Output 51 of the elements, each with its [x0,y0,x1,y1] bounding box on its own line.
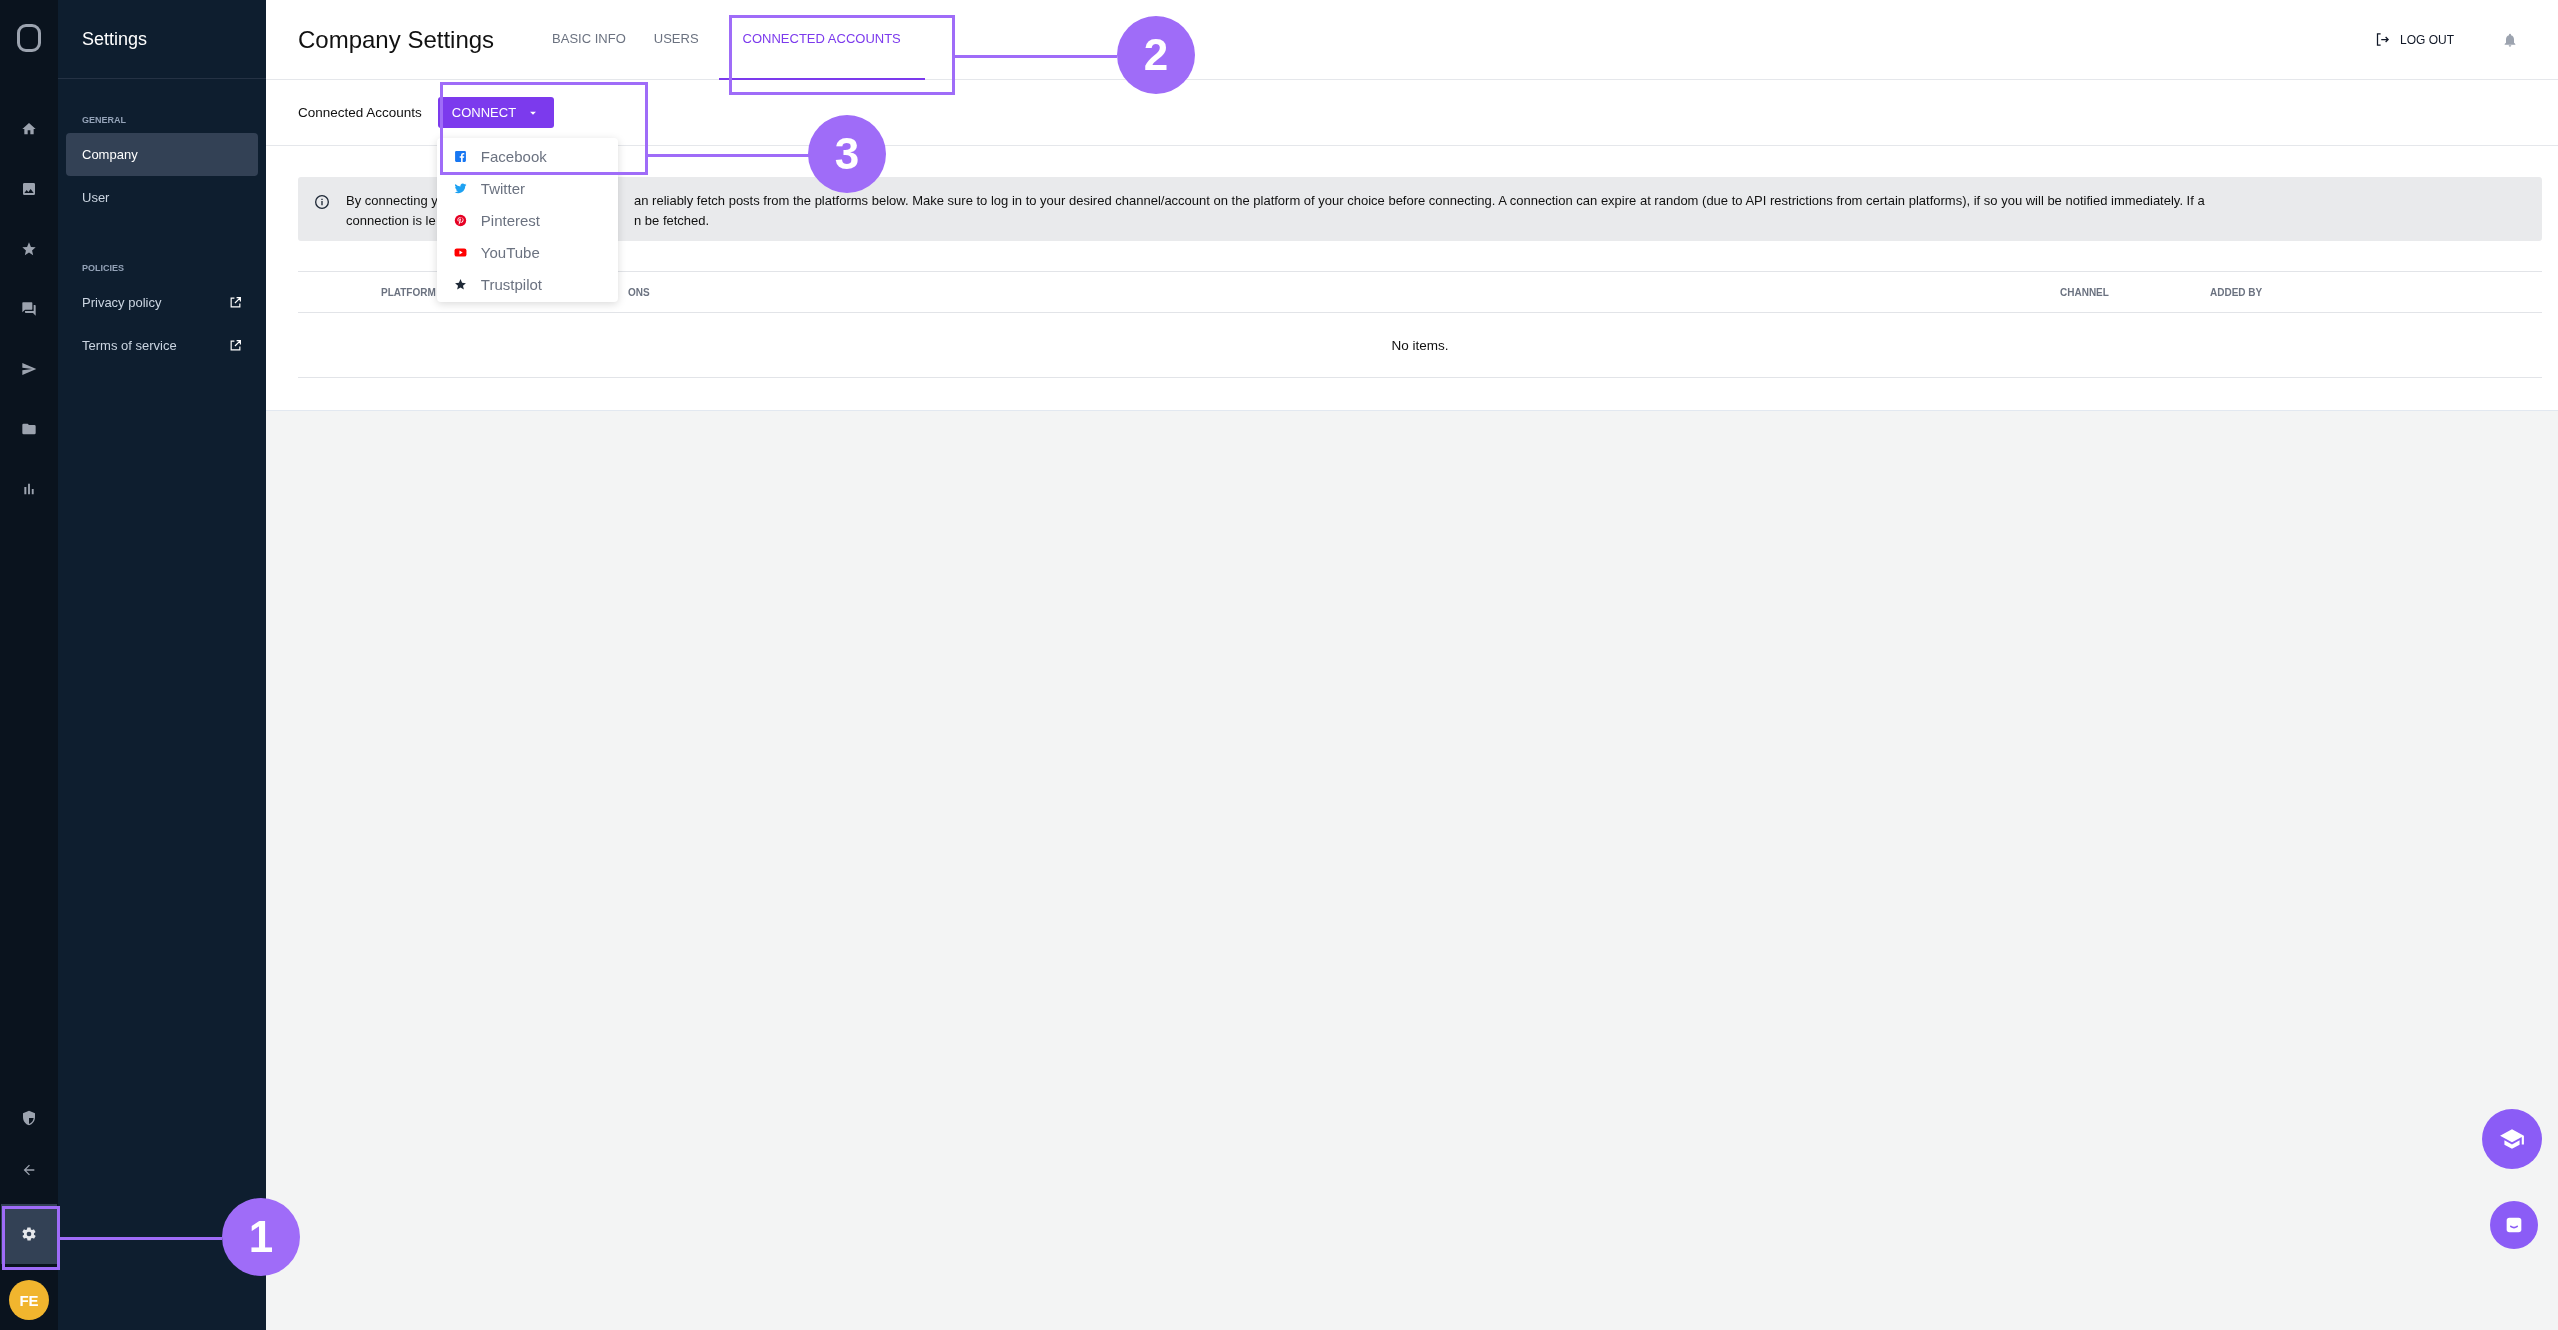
sidebar-item[interactable]: User [66,176,258,219]
folder-icon [21,421,37,437]
column-header: ADDED BY [2210,286,2264,298]
bar-chart-icon [21,481,37,497]
chat-button[interactable] [2490,1201,2538,1249]
play-icon [453,245,467,259]
square-f-icon [453,149,467,163]
send-icon [21,361,37,377]
logo-icon [17,24,41,52]
bird-icon [453,181,467,195]
bell-icon [2502,31,2518,48]
star-icon [21,241,37,257]
info-icon [314,194,330,210]
pin-circle-icon [453,213,467,227]
section-label: Connected Accounts [298,105,422,120]
sidebar-item[interactable]: Terms of service [66,324,258,367]
menu-item[interactable]: YouTube [436,236,618,268]
callout-badge: 1 [222,1198,300,1276]
shield-icon [21,1110,37,1126]
info-text: connection is le [346,212,437,230]
logout-icon [2375,32,2390,47]
column-header: ONS [628,286,651,298]
tab[interactable]: CONNECTED ACCOUNTS [718,0,925,80]
back-arrow-icon [21,1162,37,1178]
column-header: CHANNEL [2060,286,2110,298]
info-text: n be fetched. [634,212,711,230]
tab[interactable]: BASIC INFO [538,0,640,80]
star-icon [453,277,467,291]
image-icon [21,181,37,197]
highlight-frame [2,1206,60,1270]
home-icon [21,121,37,137]
empty-message: No items. [1391,337,1449,353]
menu-item[interactable]: Facebook [436,140,618,172]
page-title: Company Settings [298,25,495,54]
connect-button[interactable]: CONNECT [437,97,555,128]
sidebar-item[interactable]: Company [66,133,258,176]
tab[interactable]: USERS [639,0,713,80]
logout-button[interactable]: LOG OUT [2375,32,2454,47]
menu-item[interactable]: Trustpilot [436,268,618,300]
section-heading: POLICIES [81,263,125,273]
info-text: By connecting y [346,192,439,210]
section-heading: GENERAL [81,115,127,125]
chat-icon [21,301,37,317]
settings-icon [21,1226,37,1242]
sidebar-title: Settings [82,28,148,50]
menu-item[interactable]: Twitter [436,172,618,204]
settings-button[interactable] [1,1204,57,1264]
info-text: an reliably fetch posts from the platforms below. Make sure to log in to your desired channel/account on the platform of your choice before connecting. A connection can expire at random (due to API restrictions from certain platforms), if so you will be notified immediately. If a [634,192,2205,210]
menu-item[interactable]: Pinterest [436,204,618,236]
sidebar-item[interactable]: Privacy policy [66,281,258,324]
help-button[interactable] [2482,1109,2542,1169]
